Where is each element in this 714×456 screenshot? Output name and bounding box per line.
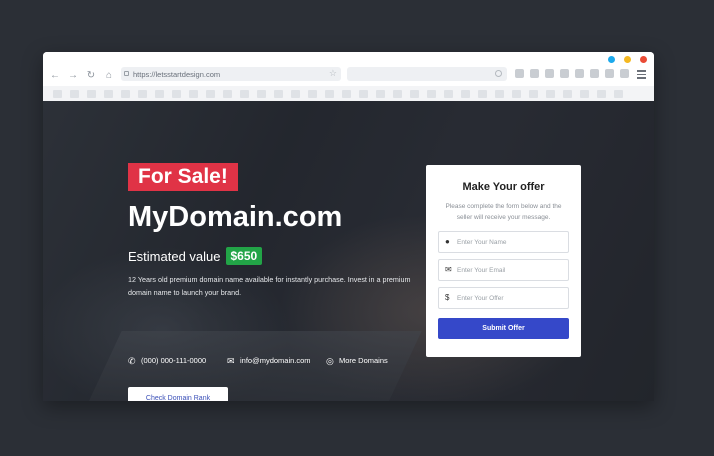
phone-contact[interactable]: ✆ (000) 000-111-0000: [128, 356, 227, 365]
bookmark-placeholder[interactable]: [529, 89, 538, 98]
bookmark-placeholder[interactable]: [512, 89, 521, 98]
hamburger-menu-icon[interactable]: [637, 70, 646, 81]
more-domains-text: More Domains: [339, 356, 388, 365]
bookmark-placeholder[interactable]: [308, 89, 317, 98]
toolbar-icons: [515, 69, 629, 78]
star-icon[interactable]: ☆: [329, 68, 337, 79]
shield-icon[interactable]: [605, 69, 614, 78]
bookmark-placeholder[interactable]: [614, 89, 623, 98]
window-dot-blue[interactable]: [608, 56, 615, 63]
bookmark-placeholder[interactable]: [53, 89, 62, 98]
email-placeholder: Enter Your Email: [457, 266, 506, 274]
price-badge: $650: [225, 247, 263, 265]
bookmark-placeholder[interactable]: [376, 89, 385, 98]
bookmark-placeholder[interactable]: [257, 89, 266, 98]
camera-icon[interactable]: [530, 69, 539, 78]
submit-offer-button[interactable]: Submit Offer: [438, 318, 569, 339]
bookmark-placeholder[interactable]: [342, 89, 351, 98]
contact-row: ✆ (000) 000-111-0000 ✉ info@mydomain.com…: [128, 356, 388, 365]
window-dot-yellow[interactable]: [624, 56, 631, 63]
bookmark-placeholder[interactable]: [495, 89, 504, 98]
cloud-icon[interactable]: [515, 69, 524, 78]
bookmark-placeholder[interactable]: [461, 89, 470, 98]
browser-window: ← → ↻ ⌂ https://letsstartdesign.com ☆ Fo…: [43, 52, 654, 401]
globe-icon: ◎: [326, 355, 334, 366]
phone-icon: ✆: [128, 355, 136, 366]
mail-icon: ✉: [445, 265, 452, 274]
browser-search-bar[interactable]: [347, 67, 507, 81]
domain-title: MyDomain.com: [128, 201, 343, 233]
bookmark-placeholder[interactable]: [121, 89, 130, 98]
bookmark-placeholder[interactable]: [70, 89, 79, 98]
bookmark-placeholder[interactable]: [546, 89, 555, 98]
check-domain-rank-button[interactable]: Check Domain Rank: [128, 387, 228, 401]
email-contact[interactable]: ✉ info@mydomain.com: [227, 356, 326, 365]
offer-form-subtitle: Please complete the form below and the s…: [445, 203, 562, 221]
bookmark-placeholder[interactable]: [563, 89, 572, 98]
bag-icon[interactable]: [590, 69, 599, 78]
lock-icon: [124, 71, 129, 76]
bookmark-placeholder[interactable]: [597, 89, 606, 98]
bookmark-placeholder[interactable]: [240, 89, 249, 98]
email-text: info@mydomain.com: [240, 356, 311, 365]
for-sale-badge: For Sale!: [128, 163, 238, 191]
bookmark-placeholder[interactable]: [410, 89, 419, 98]
reload-icon[interactable]: ↻: [82, 70, 100, 81]
phone-text: (000) 000-111-0000: [141, 356, 207, 365]
hero-section: For Sale! MyDomain.com Estimated value $…: [43, 101, 654, 401]
bookmark-placeholder[interactable]: [155, 89, 164, 98]
estimated-value: Estimated value $650: [128, 247, 263, 265]
bookmark-placeholder[interactable]: [580, 89, 589, 98]
info-icon[interactable]: [545, 69, 554, 78]
estimated-label: Estimated value: [128, 248, 221, 264]
forward-arrow-icon[interactable]: →: [64, 70, 82, 81]
bookmark-placeholder[interactable]: [138, 89, 147, 98]
address-bar[interactable]: https://letsstartdesign.com ☆: [121, 67, 341, 81]
dollar-icon: $: [445, 293, 450, 302]
name-placeholder: Enter Your Name: [457, 238, 507, 246]
bookmark-placeholder[interactable]: [104, 89, 113, 98]
bookmark-placeholder[interactable]: [87, 89, 96, 98]
bookmark-placeholder[interactable]: [325, 89, 334, 98]
window-dot-red[interactable]: [640, 56, 647, 63]
back-arrow-icon[interactable]: ←: [46, 70, 64, 81]
bookmark-placeholder[interactable]: [478, 89, 487, 98]
email-field[interactable]: ✉ Enter Your Email: [438, 259, 569, 281]
user-icon: ●: [445, 237, 450, 246]
heart-icon[interactable]: [620, 69, 629, 78]
bookmark-placeholder[interactable]: [291, 89, 300, 98]
bookmark-placeholder[interactable]: [427, 89, 436, 98]
domain-description: 12 Years old premium domain name availab…: [128, 275, 411, 297]
house-icon[interactable]: [575, 69, 584, 78]
bookmark-placeholder[interactable]: [444, 89, 453, 98]
title-bar: [43, 52, 654, 64]
calendar-icon[interactable]: [560, 69, 569, 78]
offer-form-card: Make Your offer Please complete the form…: [426, 165, 581, 357]
home-icon[interactable]: ⌂: [100, 70, 118, 81]
mail-icon: ✉: [227, 355, 235, 366]
bookmark-placeholder[interactable]: [393, 89, 402, 98]
offer-placeholder: Enter Your Offer: [457, 294, 504, 302]
bookmark-placeholder[interactable]: [274, 89, 283, 98]
bookmark-placeholder[interactable]: [189, 89, 198, 98]
bookmarks-bar: [43, 86, 654, 101]
browser-toolbar: ← → ↻ ⌂ https://letsstartdesign.com ☆: [43, 66, 654, 84]
offer-form-title: Make Your offer: [462, 181, 545, 193]
name-field[interactable]: ● Enter Your Name: [438, 231, 569, 253]
url-text: https://letsstartdesign.com: [133, 69, 221, 79]
more-domains-link[interactable]: ◎ More Domains: [326, 356, 388, 365]
bookmark-placeholder[interactable]: [172, 89, 181, 98]
search-icon: [495, 70, 502, 77]
offer-field[interactable]: $ Enter Your Offer: [438, 287, 569, 309]
bookmark-placeholder[interactable]: [359, 89, 368, 98]
bookmark-placeholder[interactable]: [206, 89, 215, 98]
bookmark-placeholder[interactable]: [223, 89, 232, 98]
